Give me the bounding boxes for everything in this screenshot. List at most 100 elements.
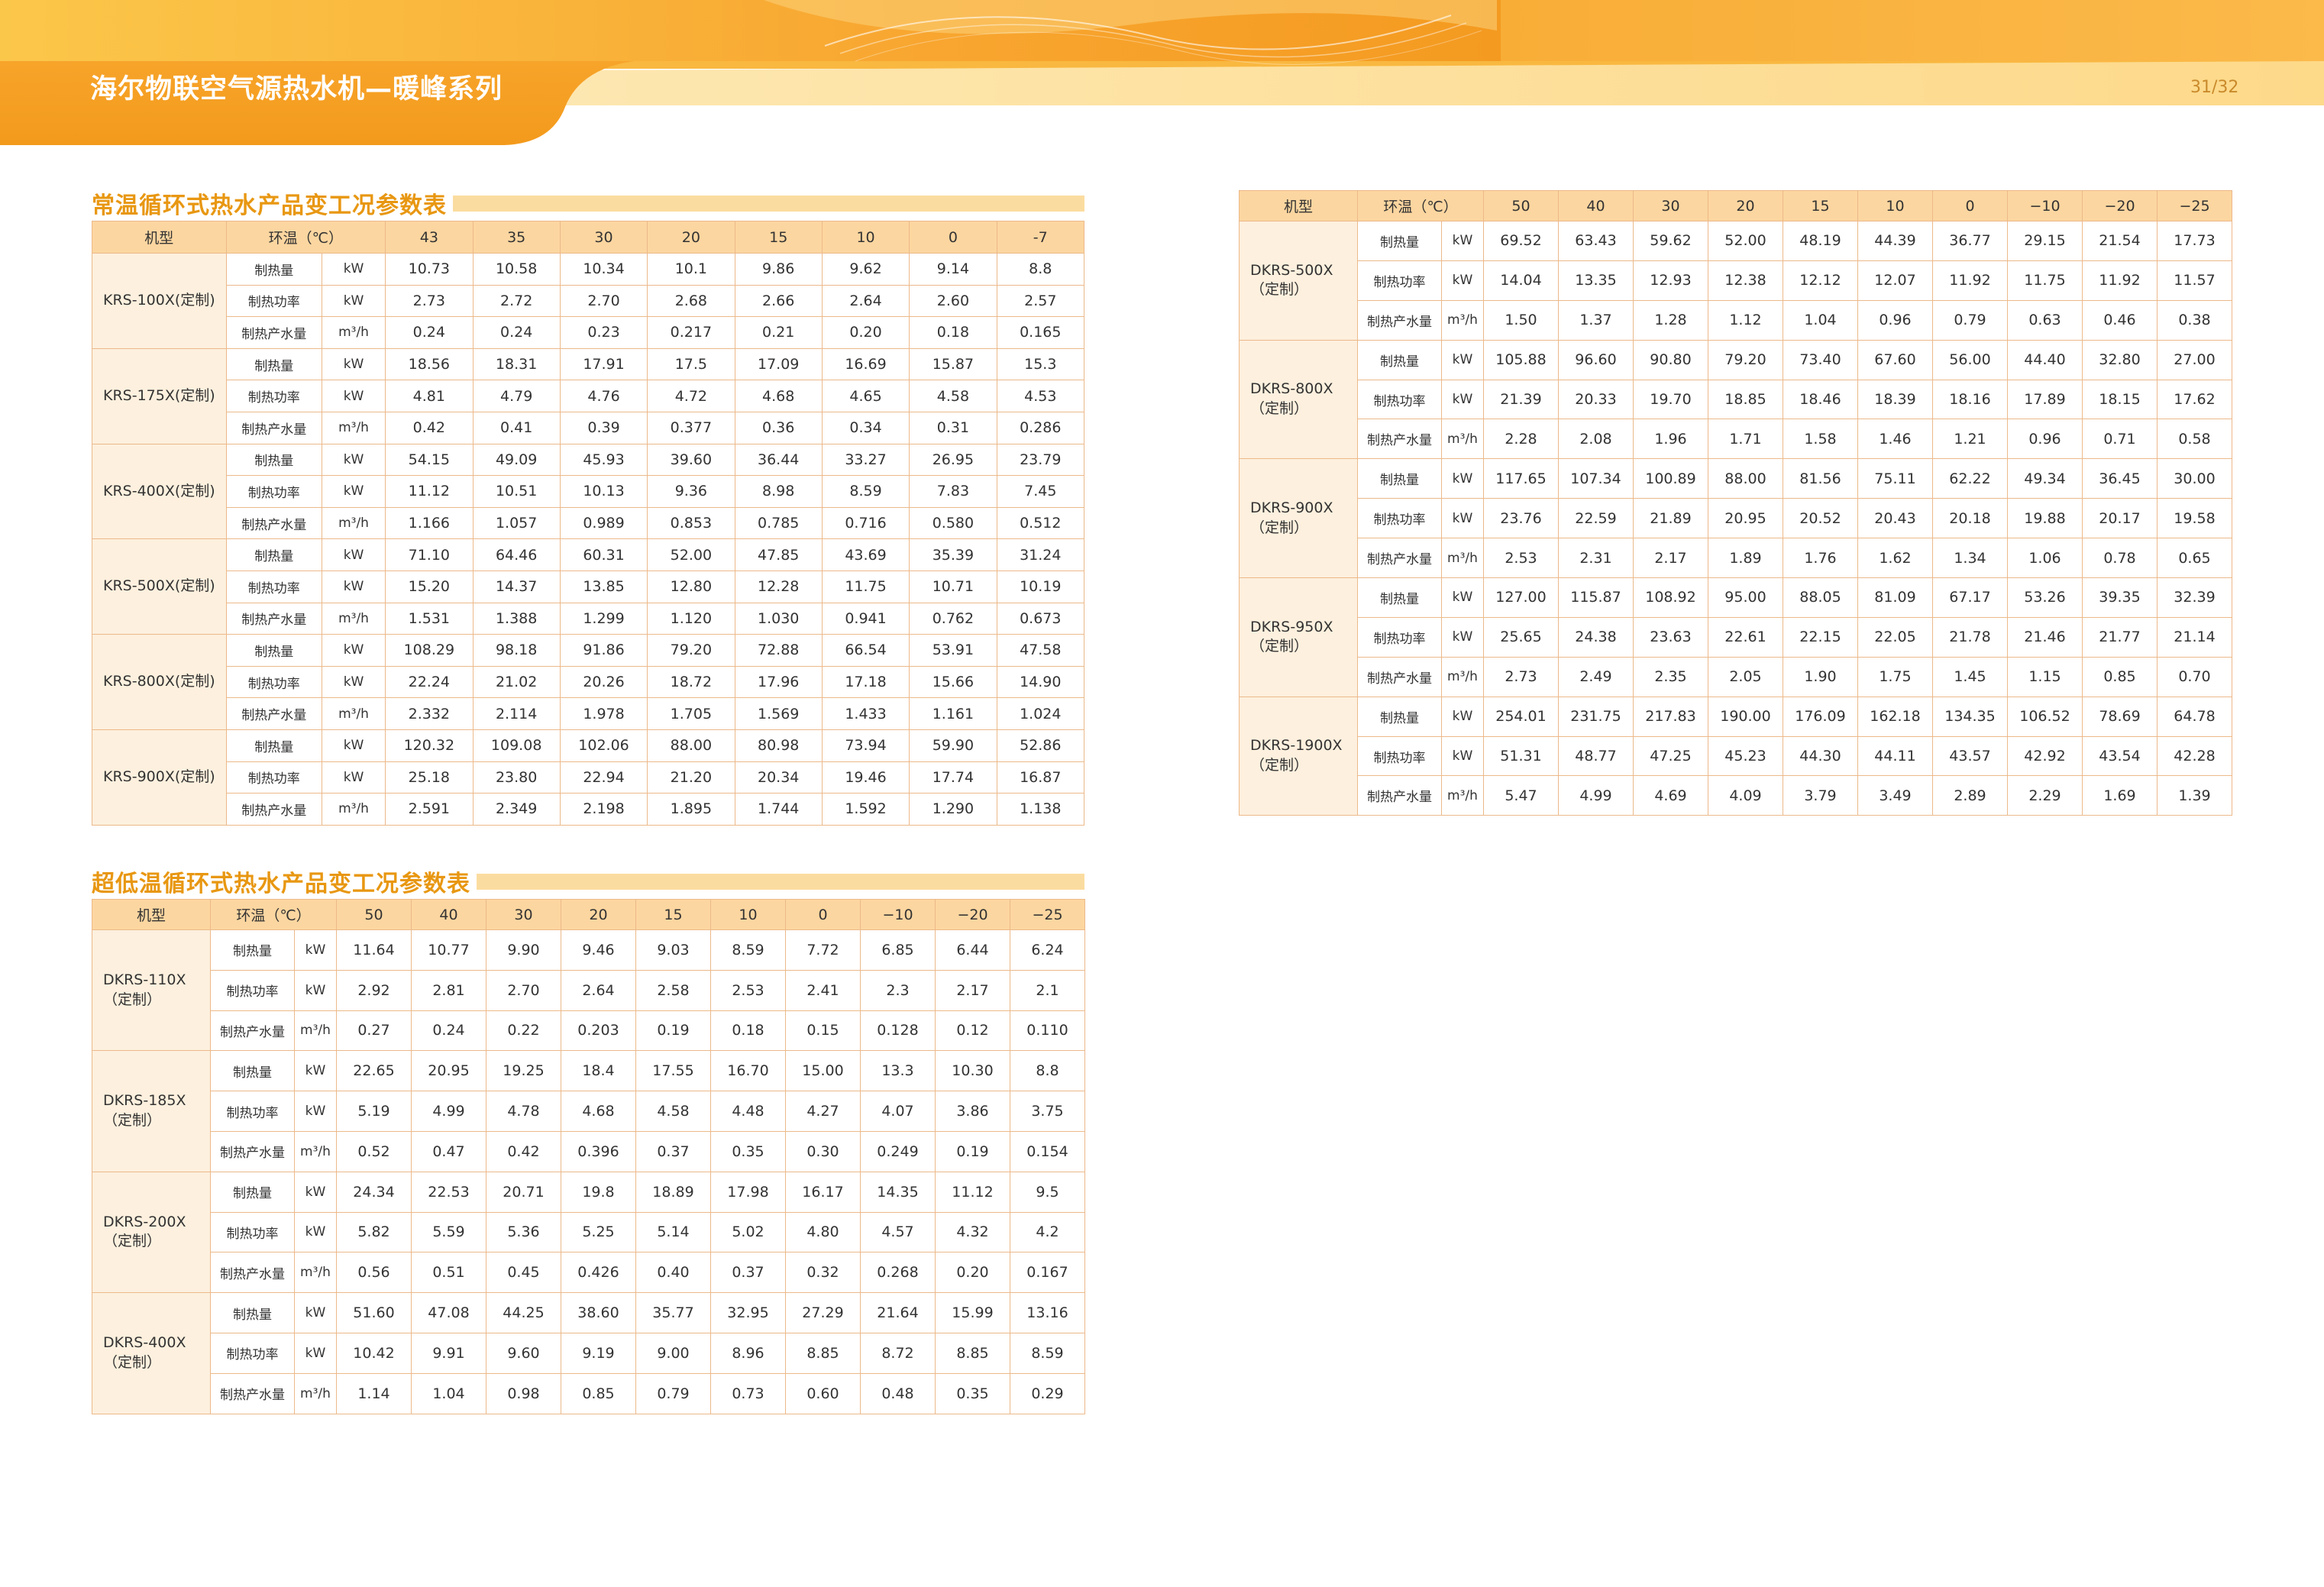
value-cell: 59.90 [909, 729, 997, 762]
value-cell: 0.46 [2082, 299, 2158, 341]
value-cell: 88.00 [1708, 458, 1783, 499]
value-cell: 79.20 [647, 634, 735, 667]
value-cell: 67.17 [1932, 577, 2008, 618]
value-cell: 2.53 [710, 969, 786, 1011]
value-cell: 13.85 [559, 570, 648, 603]
unit-label: m³/h [321, 697, 386, 730]
value-cell: 1.90 [1783, 656, 1858, 697]
value-cell: 2.60 [909, 284, 997, 318]
value-cell: 4.79 [472, 380, 561, 412]
value-cell: 72.88 [734, 634, 823, 667]
value-cell: 0.23 [559, 316, 648, 349]
value-cell: 53.91 [909, 634, 997, 667]
value-cell: 1.388 [472, 602, 561, 635]
value-cell: 3.79 [1783, 775, 1858, 816]
header-ambient: 环温（℃） [1357, 190, 1484, 221]
value-cell: 18.72 [647, 665, 735, 699]
value-cell: 5.36 [486, 1211, 561, 1253]
header-temp: 15 [1783, 190, 1858, 221]
value-cell: 1.569 [734, 697, 823, 730]
header-temp: 15 [734, 221, 823, 254]
value-cell: 8.72 [860, 1332, 936, 1374]
value-cell: 2.591 [385, 793, 474, 826]
value-cell: 0.716 [821, 506, 910, 540]
header-temp: 0 [909, 221, 997, 254]
unit-label: kW [321, 665, 386, 699]
param-label: 制热量 [225, 443, 322, 477]
param-label: 制热量 [210, 929, 295, 971]
table-row: DKRS-800X（定制） 制热量 kW 105.88 96.60 90.80 79.20 7… [1239, 339, 2232, 460]
value-cell: 44.30 [1783, 735, 1858, 777]
value-cell: 52.00 [1708, 221, 1783, 261]
value-cell: 0.853 [647, 506, 735, 540]
value-cell: 3.86 [935, 1091, 1010, 1132]
value-cell: 5.14 [635, 1211, 711, 1253]
value-cell: 2.28 [1483, 419, 1559, 460]
low-temp-table-right: 机型 环温（℃） 50 40 30 20 15 10 0 −10 −20 −25… [1239, 190, 2232, 816]
value-cell: 102.06 [559, 729, 648, 762]
value-cell: 18.89 [635, 1171, 711, 1213]
header-temp: −10 [2007, 190, 2083, 221]
header-temp: 40 [411, 899, 486, 930]
table-row: DKRS-1900X（定制） 制热量 kW 254.01 231.75 217.83 190… [1239, 696, 2232, 816]
value-cell: 32.80 [2082, 339, 2158, 380]
value-cell: 10.71 [909, 570, 997, 603]
value-cell: 9.60 [486, 1332, 561, 1374]
unit-label: m³/h [294, 1252, 337, 1294]
section-title: 超低温循环式热水产品变工况参数表 [92, 871, 470, 897]
model-name: DKRS-1900X（定制） [1239, 696, 1358, 816]
unit-label: m³/h [321, 506, 386, 540]
value-cell: 1.057 [472, 506, 561, 540]
value-cell: 9.86 [734, 253, 823, 286]
value-cell: 16.70 [710, 1050, 786, 1092]
value-cell: 17.89 [2007, 379, 2083, 420]
value-cell: 43.54 [2082, 735, 2158, 777]
section-heading-normal: 常温循环式热水产品变工况参数表 [92, 186, 1084, 220]
value-cell: 30.00 [2157, 458, 2232, 499]
value-cell: 1.12 [1708, 299, 1783, 341]
page-title: 海尔物联空气源热水机—暖峰系列 [90, 74, 503, 105]
value-cell: 100.89 [1633, 458, 1708, 499]
table-row: 制热功率 kW 22.24 21.02 20.26 18.72 17.96 17.18 15.6… [92, 665, 1085, 699]
value-cell: 15.3 [996, 347, 1085, 381]
table-row: 制热产水量 m³/h 2.332 2.114 1.978 1.705 1.569 1.433 1… [92, 697, 1085, 730]
param-label: 制热量 [225, 253, 322, 286]
value-cell: 9.14 [909, 253, 997, 286]
header-temp: 50 [336, 899, 412, 930]
unit-label: m³/h [1441, 775, 1484, 816]
value-cell: 0.24 [472, 316, 561, 349]
header-temp: 30 [486, 899, 561, 930]
table-row: KRS-900X(定制) 制热量 kW 120.32 109.08 102.06 88.00… [92, 729, 1085, 826]
unit-label: kW [1441, 616, 1484, 658]
model-name: DKRS-110X（定制） [92, 929, 211, 1052]
value-cell: 108.29 [385, 634, 474, 667]
value-cell: 17.73 [2157, 221, 2232, 261]
value-cell: 2.64 [561, 969, 636, 1011]
value-cell: 11.92 [2082, 260, 2158, 301]
value-cell: 15.66 [909, 665, 997, 699]
value-cell: 44.11 [1857, 735, 1933, 777]
value-cell: 2.3 [860, 969, 936, 1011]
param-label: 制热功率 [210, 969, 295, 1011]
value-cell: 4.27 [785, 1091, 861, 1132]
value-cell: 18.16 [1932, 379, 2008, 420]
unit-label: m³/h [321, 411, 386, 444]
unit-label: kW [294, 969, 337, 1011]
param-label: 制热产水量 [210, 1130, 295, 1172]
value-cell: 1.161 [909, 697, 997, 730]
value-cell: 1.895 [647, 793, 735, 826]
value-cell: 15.00 [785, 1050, 861, 1092]
header-temp: -7 [996, 221, 1085, 254]
value-cell: 17.62 [2157, 379, 2232, 420]
value-cell: 36.44 [734, 443, 823, 477]
value-cell: 0.34 [821, 411, 910, 444]
value-cell: 47.08 [411, 1292, 486, 1333]
table-row: DKRS-110X（定制） 制热量 kW 11.64 10.77 9.90 9.46 9.03… [92, 929, 1085, 1052]
param-label: 制热功率 [210, 1091, 295, 1132]
unit-label: kW [1441, 379, 1484, 420]
unit-label: m³/h [321, 316, 386, 349]
param-label: 制热产水量 [1357, 299, 1442, 341]
value-cell: 0.41 [472, 411, 561, 444]
unit-label: m³/h [321, 793, 386, 826]
value-cell: 17.74 [909, 761, 997, 794]
